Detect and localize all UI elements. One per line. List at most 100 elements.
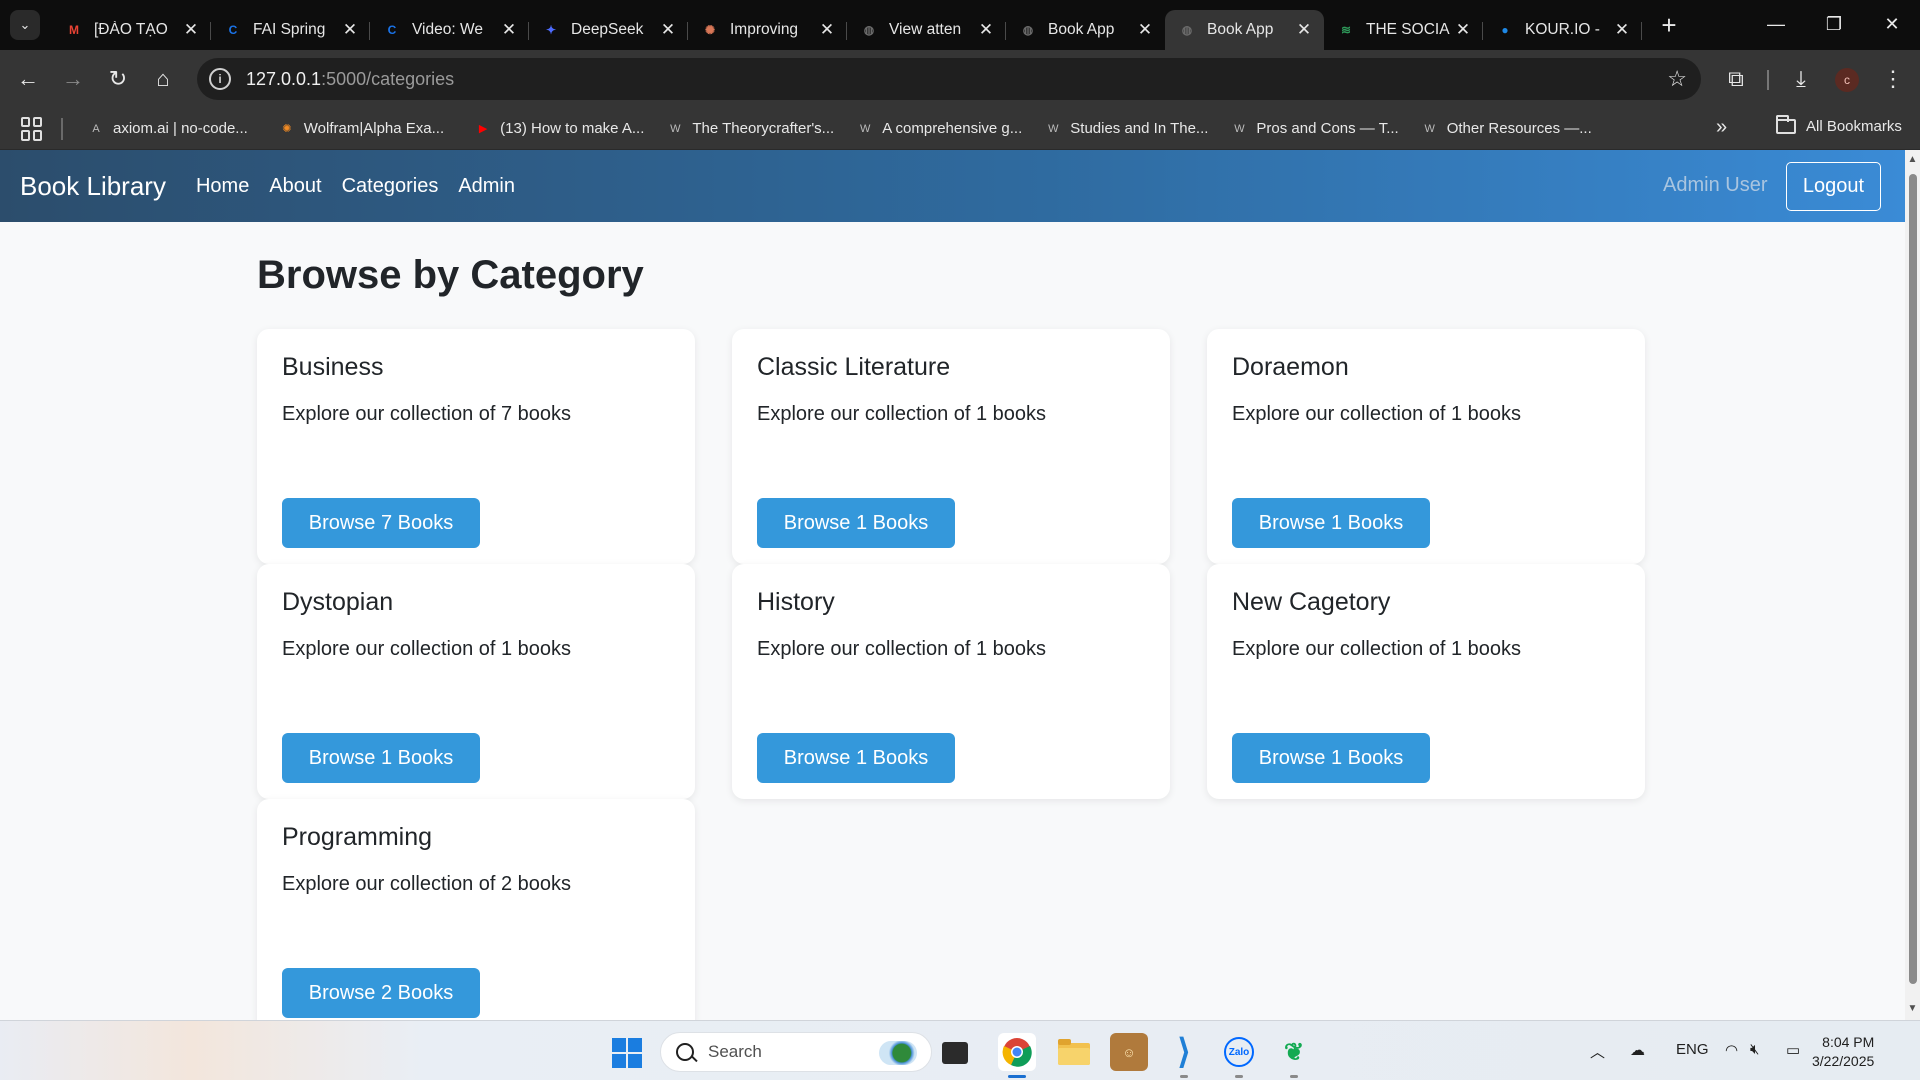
tab-favicon-icon: M [69,23,79,37]
home-icon[interactable]: ⌂ [143,59,183,99]
browser-tab[interactable]: ● KOUR.IO - ✕ [1483,10,1642,50]
logout-button[interactable]: Logout [1786,162,1881,211]
windows-start-icon[interactable] [612,1038,642,1068]
browser-tab[interactable]: ≋ THE SOCIA ✕ [1324,10,1483,50]
tab-close-icon[interactable]: ✕ [1135,20,1155,40]
nav-link-admin[interactable]: Admin [458,175,515,198]
menu-kebab-icon[interactable]: ⋮ [1873,59,1913,99]
tab-favicon-icon: ◍ [1181,23,1193,37]
address-url[interactable]: 127.0.0.1:5000/categories [246,69,454,90]
speaker-muted-icon[interactable]: 🔇︎ [1750,1041,1759,1058]
all-bookmarks-label: All Bookmarks [1806,118,1902,135]
category-title: Classic Literature [757,353,951,381]
minimize-icon[interactable]: — [1748,0,1804,48]
restore-icon[interactable]: ❐ [1806,0,1862,48]
browser-tab[interactable]: C FAI Spring ✕ [211,10,370,50]
category-description: Explore our collection of 1 books [1232,638,1522,660]
more-bookmarks-chevron-icon[interactable]: » [1716,116,1727,139]
tab-close-icon[interactable]: ✕ [499,20,519,40]
browser-tab[interactable]: ◍ View atten ✕ [847,10,1006,50]
extensions-puzzle-icon[interactable]: ⧉ [1716,59,1756,99]
windows-taskbar: Search ☺ ⟩ Zalo ❦ ︿ ☁ ENG ◠ 🔇︎ ▭ 8:04 PM… [0,1020,1920,1080]
category-card: Doraemon Explore our collection of 1 boo… [1207,329,1645,564]
tab-favicon-icon: ✺ [704,23,716,37]
site-brand[interactable]: Book Library [20,171,166,202]
browse-category-button[interactable]: Browse 7 Books [282,498,480,548]
language-indicator[interactable]: ENG [1676,1041,1709,1058]
tab-title: Book App [1207,21,1274,38]
tab-search-dropdown-icon[interactable]: ⌄ [10,10,40,40]
system-clock[interactable]: 8:04 PM 3/22/2025 [1812,1033,1874,1071]
bookmark-label: The Theorycrafter's... [692,120,835,137]
show-hidden-icons-chevron-icon[interactable]: ︿ [1590,1041,1605,1062]
scroll-down-arrow-icon[interactable]: ▼ [1907,1003,1918,1014]
page-scrollbar[interactable]: ▲ ▼ [1905,150,1920,1020]
reload-icon[interactable]: ↻ [98,59,138,99]
file-explorer-folder-icon[interactable] [1055,1033,1093,1071]
all-bookmarks-button[interactable]: All Bookmarks [1776,115,1902,135]
bookmark-star-icon[interactable]: ☆ [1667,66,1687,92]
task-view-icon[interactable] [942,1042,968,1064]
bookmark-item[interactable]: W The Theorycrafter's... [666,120,834,138]
address-bar[interactable]: i 127.0.0.1:5000/categories ☆ [197,58,1701,100]
chrome-taskbar-icon[interactable] [998,1033,1036,1078]
back-arrow-icon[interactable]: ← [8,59,48,99]
tab-close-icon[interactable]: ✕ [1453,20,1473,40]
tab-close-icon[interactable]: ✕ [340,20,360,40]
game-app-icon[interactable]: ☺ [1110,1033,1148,1071]
bookmark-favicon-icon: A [92,122,100,135]
nav-link-home[interactable]: Home [196,175,249,198]
category-title: History [757,588,835,616]
browser-tab[interactable]: ✺ Improving ✕ [688,10,847,50]
tab-close-icon[interactable]: ✕ [658,20,678,40]
browse-category-button[interactable]: Browse 1 Books [757,733,955,783]
site-info-icon[interactable]: i [209,68,231,90]
nav-link-about[interactable]: About [269,175,321,198]
profile-avatar[interactable]: c [1835,68,1859,92]
apps-grid-icon[interactable] [21,116,45,141]
bookmark-item[interactable]: W Studies and In The... [1044,120,1208,138]
browse-category-button[interactable]: Browse 1 Books [282,733,480,783]
taskbar-search-placeholder: Search [708,1042,762,1061]
browse-category-button[interactable]: Browse 1 Books [1232,498,1430,548]
scroll-up-arrow-icon[interactable]: ▲ [1907,154,1918,165]
tab-close-icon[interactable]: ✕ [817,20,837,40]
taskbar-search-box[interactable]: Search [660,1032,932,1072]
toolbar-divider [1767,70,1769,90]
browser-tab[interactable]: ◍ Book App ✕ [1006,10,1165,50]
browse-category-button[interactable]: Browse 1 Books [757,498,955,548]
nav-link-categories[interactable]: Categories [342,175,439,198]
browser-tab[interactable]: C Video: We ✕ [370,10,529,50]
new-tab-plus-icon[interactable]: + [1654,10,1684,40]
browser-tab[interactable]: M [ĐÀO TẠO ✕ [52,10,211,50]
browser-tab[interactable]: ✦ DeepSeek ✕ [529,10,688,50]
bookmark-item[interactable]: W Other Resources —... [1421,120,1592,138]
bookmark-item[interactable]: W Pros and Cons — T... [1230,120,1399,138]
wifi-icon[interactable]: ◠ [1725,1041,1738,1059]
tab-close-icon[interactable]: ✕ [1294,20,1314,40]
tab-close-icon[interactable]: ✕ [1612,20,1632,40]
url-host: 127.0.0.1 [246,68,322,89]
browse-category-button[interactable]: Browse 1 Books [1232,733,1430,783]
bookmark-item[interactable]: Aaxiom.ai | no-code... [87,120,247,138]
page-title: Browse by Category [257,253,644,297]
onedrive-cloud-icon[interactable]: ☁ [1630,1041,1645,1059]
browse-category-button[interactable]: Browse 2 Books [282,968,480,1018]
close-window-icon[interactable]: ✕ [1864,0,1920,48]
vscode-icon[interactable]: ⟩ [1165,1033,1203,1078]
download-icon[interactable]: ⤓ [1781,59,1821,99]
tab-close-icon[interactable]: ✕ [181,20,201,40]
category-title: New Cagetory [1232,588,1391,616]
bookmark-item[interactable]: ▶ (13) How to make A... [474,120,644,138]
tab-close-icon[interactable]: ✕ [976,20,996,40]
forward-arrow-icon[interactable]: → [53,59,93,99]
scrollbar-thumb[interactable] [1909,174,1917,984]
mongodb-leaf-icon[interactable]: ❦ [1275,1033,1313,1078]
bookmark-favicon-icon: ✺ [282,123,292,135]
category-description: Explore our collection of 2 books [282,873,572,895]
battery-icon[interactable]: ▭ [1786,1041,1800,1059]
bookmark-item[interactable]: ✺ Wolfram|Alpha Exa... [278,120,444,138]
bookmark-item[interactable]: W A comprehensive g... [856,120,1022,138]
zalo-icon[interactable]: Zalo [1220,1033,1258,1078]
browser-tab-active[interactable]: ◍ Book App ✕ [1165,10,1324,50]
